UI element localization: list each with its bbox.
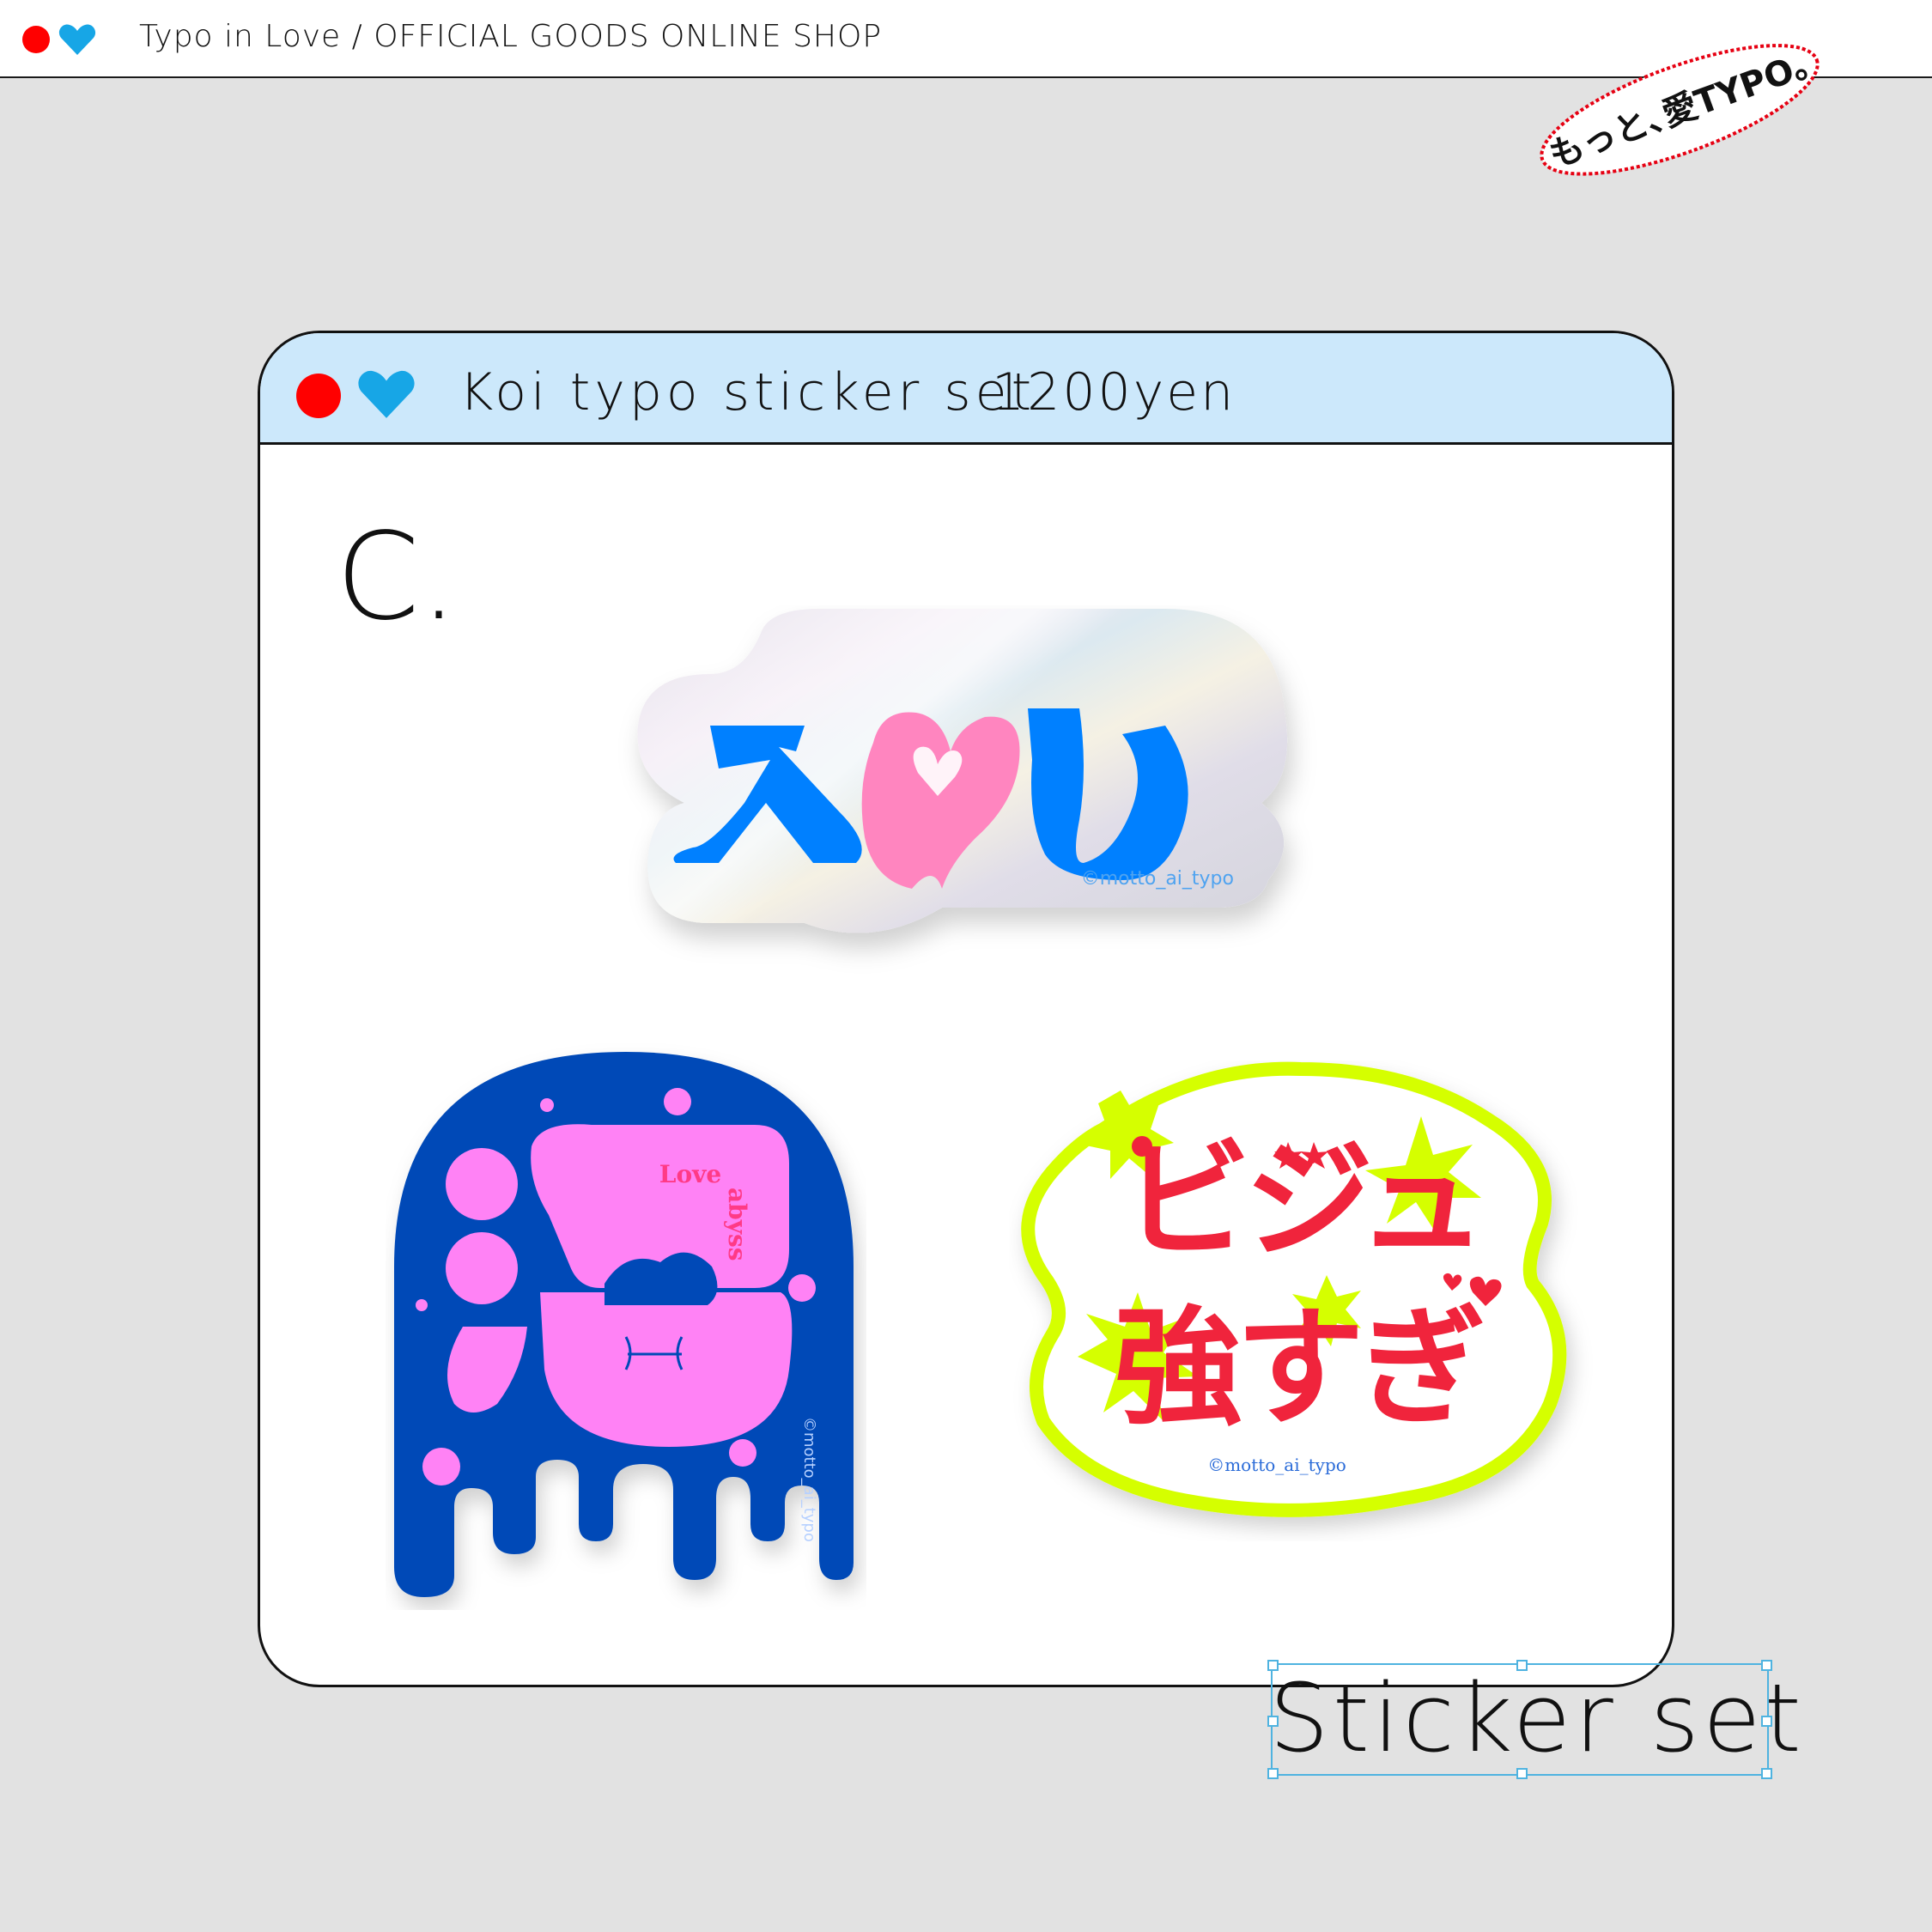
bijyu-credit: ©motto_ai_typo	[1207, 1455, 1346, 1475]
heart-icon	[358, 370, 415, 418]
red-dot-icon	[22, 26, 50, 53]
motto-ai-typo-stamp: もっと､愛TYPO｡	[1540, 44, 1820, 176]
product-name: Koi typo sticker set	[459, 362, 1036, 422]
variant-label: C.	[336, 507, 459, 647]
product-card: Koi typo sticker set 1200yen C. ©motto_a…	[258, 331, 1674, 1687]
koi-sticker[interactable]: ©motto_ai_typo	[616, 605, 1346, 983]
card-header: Koi typo sticker set 1200yen	[260, 333, 1672, 445]
red-dot-icon	[296, 374, 341, 418]
koi-credit: ©motto_ai_typo	[1081, 868, 1234, 890]
bijyu-sticker[interactable]: ビジュ 強すぎ ©motto_ai_typo	[1009, 1060, 1593, 1541]
numa-sub-abyss: abyss	[723, 1188, 751, 1261]
site-title[interactable]: Typo in Love / OFFICIAL GOODS ONLINE SHO…	[139, 19, 882, 54]
numa-credit: ©motto_ai_typo	[800, 1417, 818, 1542]
bijyu-line1: ビジュ	[1122, 1127, 1479, 1276]
numa-sub-love: Love	[659, 1160, 721, 1188]
sticker-set-label[interactable]: Sticker set	[1269, 1662, 1805, 1775]
bijyu-line2: 強すぎ	[1114, 1294, 1483, 1443]
numa-sticker[interactable]: Love abyss ©motto_ai_typo	[386, 1043, 866, 1610]
product-price: 1200yen	[992, 362, 1236, 422]
heart-icon	[58, 24, 96, 55]
